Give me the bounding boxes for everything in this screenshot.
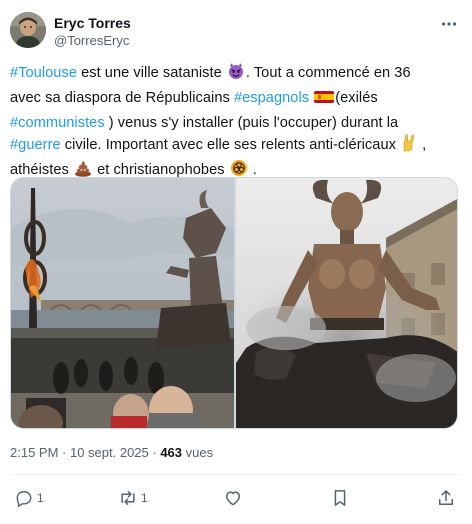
photo-minotaur-bridge-image: [11, 178, 234, 428]
devil-emoji: [227, 62, 245, 87]
more-dots-icon: [441, 22, 457, 26]
tweet-text-segment: (exilés: [335, 90, 378, 106]
reply-count: 1: [37, 491, 44, 505]
share-button[interactable]: [436, 484, 456, 512]
author-handle[interactable]: @TorresEryc: [54, 32, 131, 49]
author-names: Eryc Torres @TorresEryc: [54, 14, 131, 49]
retweet-button[interactable]: 1: [118, 484, 148, 512]
like-button[interactable]: [223, 484, 243, 512]
tweet-text-segment: . Tout a commencé en 36: [245, 65, 411, 81]
tweet-text-segment: ) venus s'y installer (puis l'occuper) d…: [104, 115, 399, 131]
tweet-text: #Toulouse est une ville sataniste . Tout…: [10, 62, 462, 184]
tweet-text-segment: athéistes: [10, 162, 73, 178]
spain-flag-emoji: [314, 89, 335, 112]
tweet-text-segment: civile. Important avec elle ses relents …: [60, 137, 401, 153]
tweet-meta: 2:15 PM · 10 sept. 2025 · 463 vues: [10, 444, 213, 461]
tweet-media: [10, 177, 458, 429]
more-options-button[interactable]: [438, 14, 460, 34]
hashtag-link[interactable]: #espagnols: [234, 90, 309, 106]
avatar-image: [10, 12, 46, 48]
reply-button[interactable]: 1: [14, 484, 44, 512]
bookmark-button[interactable]: [330, 484, 350, 512]
hashtag-link[interactable]: #guerre: [10, 137, 61, 153]
share-icon: [439, 490, 453, 505]
retweet-icon: [121, 491, 135, 505]
tweet-text-segment: est une ville sataniste: [76, 65, 226, 81]
photo-mechanical-goddess-image: [236, 178, 457, 428]
tweet-header: Eryc Torres @TorresEryc: [10, 12, 462, 52]
tweet-text-segment: avec sa diaspora de Républicains: [10, 90, 234, 106]
hashtag-link[interactable]: #communistes: [10, 115, 105, 131]
reply-icon: [16, 491, 32, 508]
views-count: 463: [160, 445, 183, 460]
hashtag-link[interactable]: #Toulouse: [10, 65, 77, 81]
heart-icon: [226, 491, 240, 506]
tweet-text-segment: ,: [418, 137, 427, 153]
views-label: vues: [182, 445, 214, 460]
horns-hand-emoji: [401, 134, 417, 159]
tweet-text-segment: .: [248, 162, 257, 178]
action-bar: 1 1: [10, 484, 462, 512]
bookmark-icon: [334, 490, 346, 506]
tweet-text-segment: et christianophobes: [92, 162, 229, 178]
avatar[interactable]: [10, 12, 46, 48]
tweet-text-line: avec sa diaspora de Républicains #espagn…: [10, 87, 462, 112]
tweet-text-line: #Toulouse est une ville sataniste . Tout…: [10, 62, 462, 87]
author-display-name[interactable]: Eryc Torres: [54, 14, 131, 32]
tweet-text-line: #communistes ) venus s'y installer (puis…: [10, 112, 462, 134]
divider: [10, 474, 462, 475]
tweet-text-segment: [309, 90, 313, 106]
tweet-text-line: #guerre civile. Important avec elle ses …: [10, 134, 462, 159]
photo-mechanical-goddess[interactable]: [236, 178, 457, 428]
photo-minotaur-bridge[interactable]: [11, 178, 234, 428]
retweet-count: 1: [141, 491, 148, 505]
tweet-card: Eryc Torres @TorresEryc #Toulouse est un…: [0, 0, 472, 524]
tweet-timestamp[interactable]: 2:15 PM · 10 sept. 2025 ·: [10, 445, 160, 460]
